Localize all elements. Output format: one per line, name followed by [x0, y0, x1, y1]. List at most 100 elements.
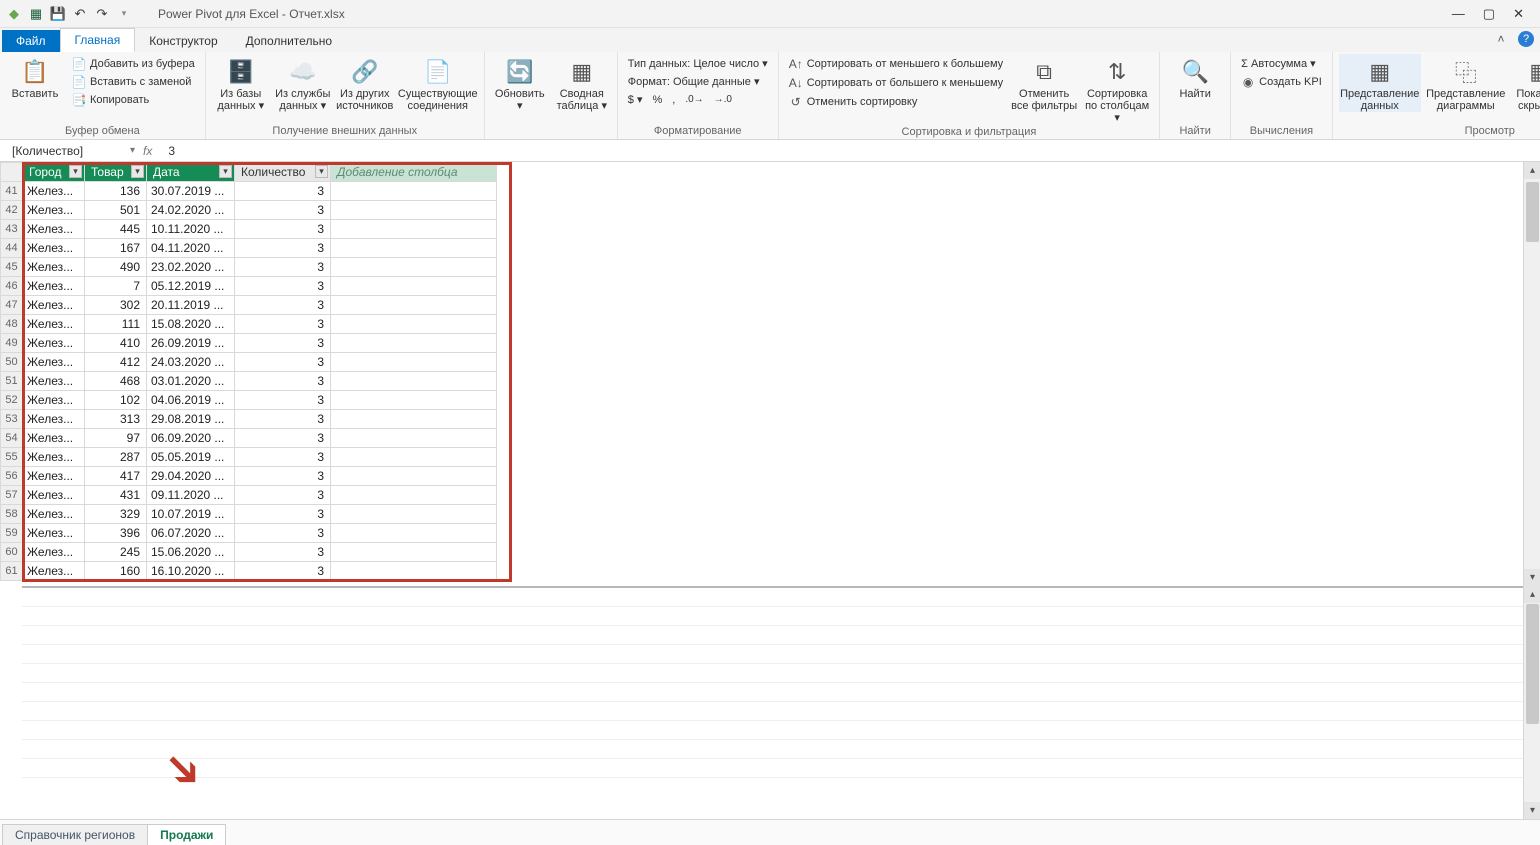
cell-qty[interactable]: 3	[235, 448, 331, 467]
from-service-button[interactable]: ☁️Из службы данных ▾	[274, 54, 332, 112]
cell-qty[interactable]: 3	[235, 258, 331, 277]
cell-city[interactable]: Желез...	[23, 524, 85, 543]
cell-qty[interactable]: 3	[235, 486, 331, 505]
cell-date[interactable]: 06.09.2020 ...	[147, 429, 235, 448]
cell-date[interactable]: 03.01.2020 ...	[147, 372, 235, 391]
cell-add[interactable]	[331, 543, 497, 562]
collapse-ribbon-icon[interactable]: ˄	[1492, 30, 1510, 48]
cell-date[interactable]: 05.05.2019 ...	[147, 448, 235, 467]
cell-add[interactable]	[331, 277, 497, 296]
sort-asc-button[interactable]: A↑Сортировать от меньшего к большему	[785, 56, 1007, 72]
cell-city[interactable]: Желез...	[23, 220, 85, 239]
close-icon[interactable]: ✕	[1513, 6, 1524, 22]
cell-city[interactable]: Желез...	[23, 486, 85, 505]
header-date[interactable]: Дата▾	[147, 163, 235, 182]
name-box-dropdown-icon[interactable]: ▾	[130, 145, 135, 156]
cell-city[interactable]: Желез...	[23, 258, 85, 277]
cell-product[interactable]: 396	[85, 524, 147, 543]
table-row[interactable]: 45Желез...49023.02.2020 ...3	[1, 258, 497, 277]
help-icon[interactable]: ?	[1518, 31, 1534, 47]
cell-city[interactable]: Желез...	[23, 429, 85, 448]
cell-add[interactable]	[331, 372, 497, 391]
tab-home[interactable]: Главная	[60, 28, 136, 52]
cell-add[interactable]	[331, 410, 497, 429]
cell-product[interactable]: 468	[85, 372, 147, 391]
cell-qty[interactable]: 3	[235, 334, 331, 353]
table-row[interactable]: 51Желез...46803.01.2020 ...3	[1, 372, 497, 391]
cell-date[interactable]: 15.06.2020 ...	[147, 543, 235, 562]
cell-product[interactable]: 160	[85, 562, 147, 581]
diagram-view-button[interactable]: ⿻Представление диаграммы	[1425, 54, 1507, 112]
header-add-column[interactable]: Добавление столбца	[331, 163, 497, 182]
currency-button[interactable]: $ ▾	[628, 93, 643, 106]
cell-qty[interactable]: 3	[235, 182, 331, 201]
table-row[interactable]: 47Желез...30220.11.2019 ...3	[1, 296, 497, 315]
clear-filters-button[interactable]: ⧉Отменить все фильтры	[1011, 54, 1077, 112]
cell-add[interactable]	[331, 391, 497, 410]
find-button[interactable]: 🔍Найти	[1166, 54, 1224, 100]
cell-date[interactable]: 10.11.2020 ...	[147, 220, 235, 239]
cell-product[interactable]: 313	[85, 410, 147, 429]
cell-add[interactable]	[331, 562, 497, 581]
scroll-down-icon[interactable]: ▾	[1524, 802, 1540, 819]
cell-add[interactable]	[331, 258, 497, 277]
table-row[interactable]: 59Желез...39606.07.2020 ...3	[1, 524, 497, 543]
cell-add[interactable]	[331, 334, 497, 353]
paste-replace-button[interactable]: 📄Вставить с заменой	[68, 74, 199, 90]
cell-add[interactable]	[331, 505, 497, 524]
scroll-down-icon[interactable]: ▾	[1524, 569, 1540, 586]
comma-button[interactable]: ,	[672, 94, 675, 106]
cell-date[interactable]: 10.07.2019 ...	[147, 505, 235, 524]
table-row[interactable]: 60Желез...24515.06.2020 ...3	[1, 543, 497, 562]
data-view-button[interactable]: ▦Представление данных	[1339, 54, 1421, 112]
cell-add[interactable]	[331, 296, 497, 315]
cell-qty[interactable]: 3	[235, 524, 331, 543]
cell-date[interactable]: 05.12.2019 ...	[147, 277, 235, 296]
cell-city[interactable]: Желез...	[23, 315, 85, 334]
cell-city[interactable]: Желез...	[23, 543, 85, 562]
cell-add[interactable]	[331, 182, 497, 201]
cell-qty[interactable]: 3	[235, 505, 331, 524]
data-type-dropdown[interactable]: Тип данных: Целое число ▾	[624, 56, 772, 71]
cell-qty[interactable]: 3	[235, 296, 331, 315]
header-product[interactable]: Товар▾	[85, 163, 147, 182]
cell-date[interactable]: 30.07.2019 ...	[147, 182, 235, 201]
from-other-button[interactable]: 🔗Из других источников	[336, 54, 394, 112]
table-row[interactable]: 41Желез...13630.07.2019 ...3	[1, 182, 497, 201]
cell-city[interactable]: Желез...	[23, 410, 85, 429]
filter-icon[interactable]: ▾	[315, 165, 328, 178]
scroll-up-icon[interactable]: ▴	[1524, 162, 1540, 179]
cell-add[interactable]	[331, 220, 497, 239]
cell-date[interactable]: 16.10.2020 ...	[147, 562, 235, 581]
table-row[interactable]: 57Желез...43109.11.2020 ...3	[1, 486, 497, 505]
cell-add[interactable]	[331, 353, 497, 372]
cell-qty[interactable]: 3	[235, 562, 331, 581]
cell-product[interactable]: 490	[85, 258, 147, 277]
calculation-area[interactable]	[22, 586, 1523, 819]
tab-file[interactable]: Файл	[2, 30, 60, 52]
cell-product[interactable]: 287	[85, 448, 147, 467]
cell-qty[interactable]: 3	[235, 543, 331, 562]
increase-decimal-button[interactable]: .0→	[685, 94, 703, 105]
cell-add[interactable]	[331, 448, 497, 467]
cell-date[interactable]: 20.11.2019 ...	[147, 296, 235, 315]
existing-connections-button[interactable]: 📄Существующие соединения	[398, 54, 478, 112]
cell-product[interactable]: 102	[85, 391, 147, 410]
filter-icon[interactable]: ▾	[131, 165, 144, 178]
cell-date[interactable]: 29.08.2019 ...	[147, 410, 235, 429]
paste-button[interactable]: 📋 Вставить	[6, 54, 64, 100]
cell-qty[interactable]: 3	[235, 277, 331, 296]
name-box[interactable]: [Количество]	[12, 144, 122, 158]
clear-sort-button[interactable]: ↺Отменить сортировку	[785, 94, 1007, 110]
table-row[interactable]: 43Желез...44510.11.2020 ...3	[1, 220, 497, 239]
tab-advanced[interactable]: Дополнительно	[232, 30, 346, 52]
cell-qty[interactable]: 3	[235, 353, 331, 372]
cell-product[interactable]: 167	[85, 239, 147, 258]
cell-city[interactable]: Желез...	[23, 372, 85, 391]
table-row[interactable]: 44Желез...16704.11.2020 ...3	[1, 239, 497, 258]
sheet-tab-sales[interactable]: Продажи	[147, 824, 226, 845]
table-row[interactable]: 61Желез...16016.10.2020 ...3	[1, 562, 497, 581]
sort-desc-button[interactable]: A↓Сортировать от большего к меньшему	[785, 75, 1007, 91]
header-qty[interactable]: Количество▾	[235, 163, 331, 182]
table-row[interactable]: 49Желез...41026.09.2019 ...3	[1, 334, 497, 353]
